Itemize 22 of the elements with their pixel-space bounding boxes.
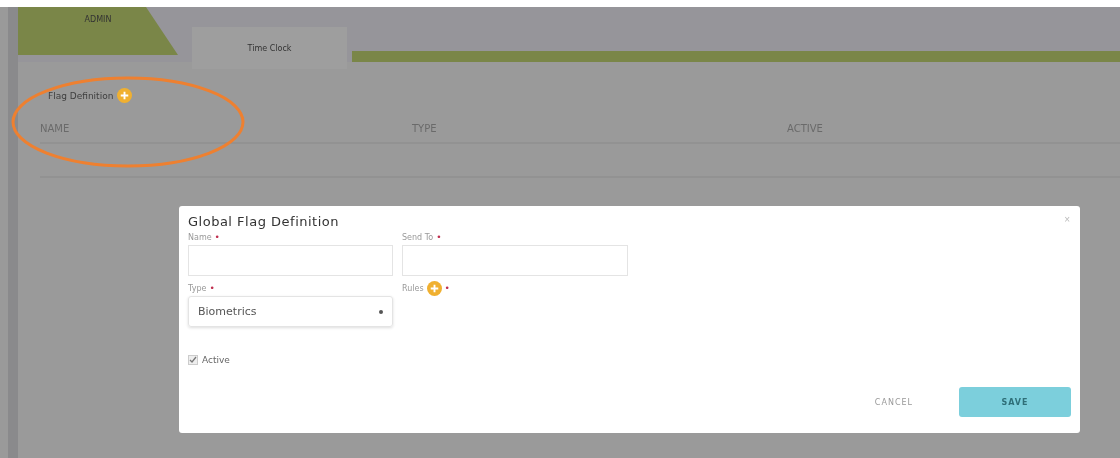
checkbox[interactable] (188, 355, 198, 365)
field-label: Rules (402, 283, 424, 293)
type-dropdown[interactable]: Biometrics (188, 296, 393, 327)
add-icon[interactable] (426, 280, 442, 296)
add-icon[interactable] (117, 88, 133, 103)
close-button[interactable]: × (1064, 214, 1070, 225)
field-label: Type (188, 283, 207, 293)
field-label: Send To (402, 232, 434, 242)
save-button[interactable]: SAVE (959, 387, 1071, 417)
required-mark: • (214, 232, 220, 242)
required-mark: • (444, 283, 450, 293)
field-label: Name (188, 232, 212, 242)
text-field[interactable] (188, 245, 393, 276)
checkbox-label: Active (202, 355, 230, 365)
required-mark: • (436, 232, 442, 242)
dialog-title: Global Flag Definition (188, 214, 339, 229)
tab[interactable]: ADMIN (18, 7, 178, 55)
text-field[interactable] (402, 245, 628, 276)
section-title: Flag Definition (48, 90, 114, 101)
required-mark: • (209, 283, 215, 293)
tab[interactable]: Time Clock (192, 27, 347, 69)
cancel-button[interactable]: CANCEL (868, 396, 919, 408)
